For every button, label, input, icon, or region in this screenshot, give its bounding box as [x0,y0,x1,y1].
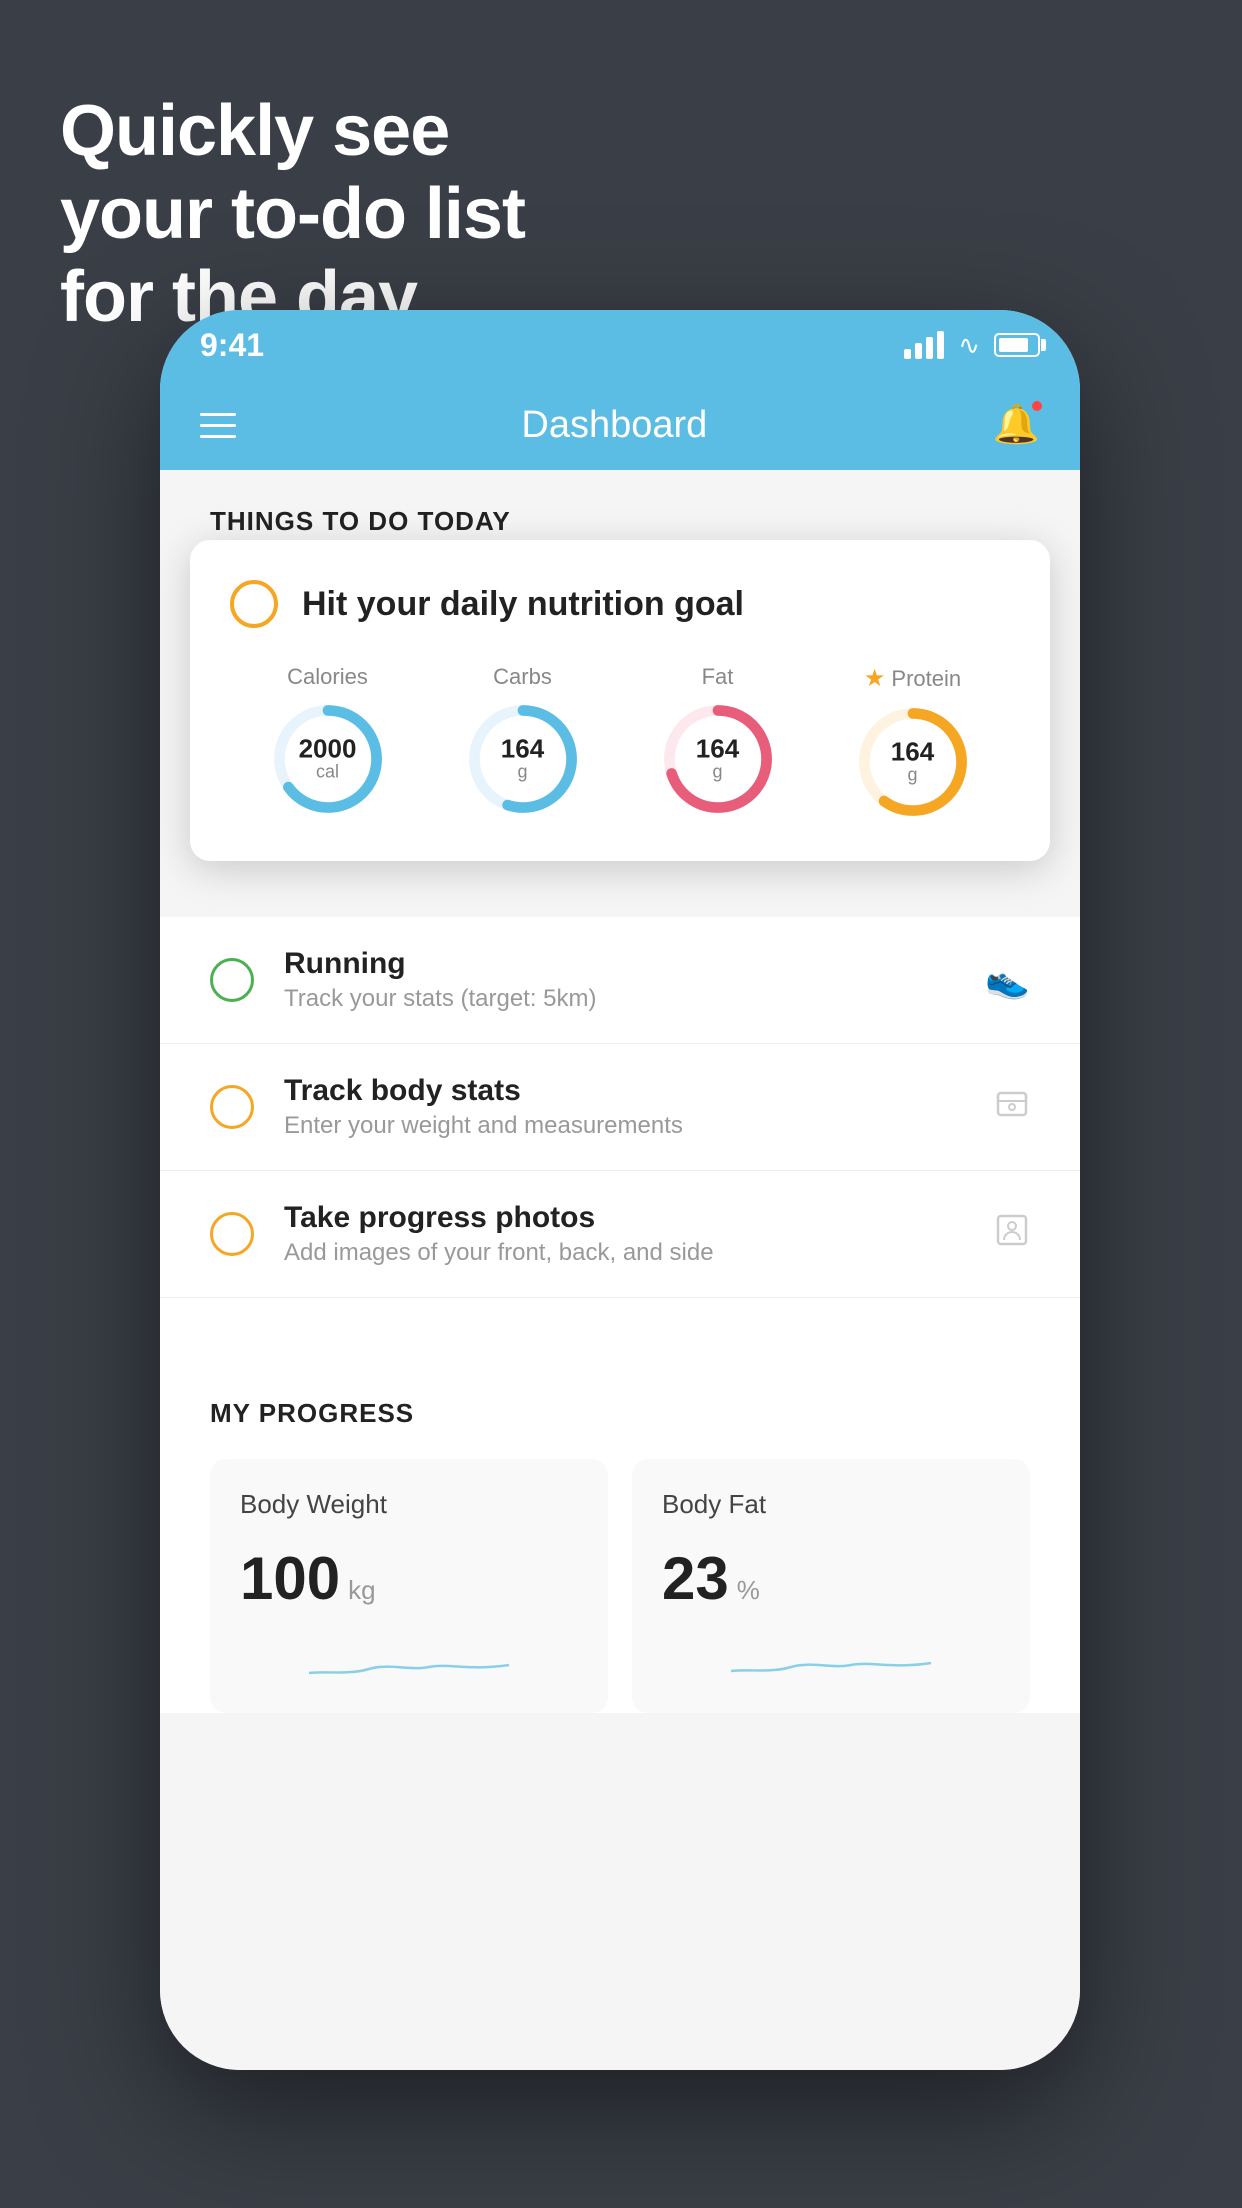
signal-icon [904,331,944,359]
carbs-donut: 164 g [468,704,578,814]
carbs-label: Carbs [493,664,552,690]
running-checkbox[interactable] [210,958,254,1002]
protein-label-row: ★ Protein [864,664,961,693]
body-stats-main: Track body stats [284,1074,994,1108]
body-weight-value-row: 100 kg [240,1544,578,1613]
running-sub: Track your stats (target: 5km) [284,985,985,1013]
body-weight-number: 100 [240,1544,340,1613]
scale-icon [994,1085,1030,1130]
body-fat-title: Body Fat [662,1489,1000,1520]
fat-donut: 164 g [663,704,773,814]
carbs-stat: Carbs 164 g [468,664,578,814]
protein-value: 164 [891,739,934,765]
body-weight-card[interactable]: Body Weight 100 kg [210,1459,608,1713]
fat-value: 164 [696,736,739,762]
hero-line-1: Quickly see [60,90,525,173]
status-icons: ∿ [904,330,1040,361]
calories-value: 2000 [299,736,357,762]
body-stats-text: Track body stats Enter your weight and m… [284,1074,994,1140]
todo-item-running[interactable]: Running Track your stats (target: 5km) 👟 [160,917,1080,1044]
photos-text: Take progress photos Add images of your … [284,1201,994,1267]
carbs-unit: g [501,762,544,783]
hero-line-2: your to-do list [60,173,525,256]
notification-dot [1030,399,1044,413]
status-bar: 9:41 ∿ [160,310,1080,380]
protein-donut: 164 g [858,707,968,817]
photos-sub: Add images of your front, back, and side [284,1239,994,1267]
calories-donut: 2000 cal [273,704,383,814]
body-stats-sub: Enter your weight and measurements [284,1112,994,1140]
progress-section-title: MY PROGRESS [210,1398,1030,1429]
calories-label: Calories [287,664,368,690]
battery-icon [994,333,1040,357]
fat-stat: Fat 164 g [663,664,773,814]
body-fat-value-row: 23 % [662,1544,1000,1613]
photos-checkbox[interactable] [210,1212,254,1256]
body-fat-card[interactable]: Body Fat 23 % [632,1459,1030,1713]
app-content: THINGS TO DO TODAY Hit your daily nutrit… [160,470,1080,2070]
section-title-today: THINGS TO DO TODAY [210,506,511,536]
protein-stat: ★ Protein 164 g [858,664,968,817]
body-weight-title: Body Weight [240,1489,578,1520]
nutrition-stats: Calories 2000 cal Carbs [230,664,1010,817]
carbs-value: 164 [501,736,544,762]
calories-unit: cal [299,762,357,783]
hamburger-menu[interactable] [200,413,236,438]
body-weight-unit: kg [348,1575,375,1606]
shoe-icon: 👟 [985,959,1030,1001]
todo-item-body-stats[interactable]: Track body stats Enter your weight and m… [160,1044,1080,1171]
todo-list: Running Track your stats (target: 5km) 👟… [160,917,1080,1298]
calories-stat: Calories 2000 cal [273,664,383,814]
body-fat-chart [662,1633,1000,1713]
phone-frame: 9:41 ∿ Dashboard 🔔 THINGS TO DO TODAY [160,310,1080,2070]
protein-star-icon: ★ [864,664,886,693]
running-main: Running [284,947,985,981]
fat-unit: g [696,762,739,783]
protein-label: Protein [891,666,961,692]
app-header: Dashboard 🔔 [160,380,1080,470]
body-fat-unit: % [737,1575,760,1606]
wifi-icon: ∿ [958,330,980,361]
hero-text: Quickly see your to-do list for the day. [60,90,525,338]
person-icon [994,1212,1030,1257]
todo-item-photos[interactable]: Take progress photos Add images of your … [160,1171,1080,1298]
nutrition-card[interactable]: Hit your daily nutrition goal Calories 2… [190,540,1050,861]
fat-label: Fat [702,664,734,690]
header-title: Dashboard [521,404,707,447]
photos-main: Take progress photos [284,1201,994,1235]
running-text: Running Track your stats (target: 5km) [284,947,985,1013]
progress-section: MY PROGRESS Body Weight 100 kg [160,1348,1080,1713]
body-weight-chart [240,1633,578,1713]
progress-cards: Body Weight 100 kg Body Fat 23 [210,1459,1030,1713]
nutrition-checkbox[interactable] [230,580,278,628]
body-stats-checkbox[interactable] [210,1085,254,1129]
notification-bell[interactable]: 🔔 [993,403,1040,447]
status-time: 9:41 [200,327,264,364]
nutrition-card-title: Hit your daily nutrition goal [302,585,744,624]
protein-unit: g [891,765,934,786]
body-fat-number: 23 [662,1544,729,1613]
